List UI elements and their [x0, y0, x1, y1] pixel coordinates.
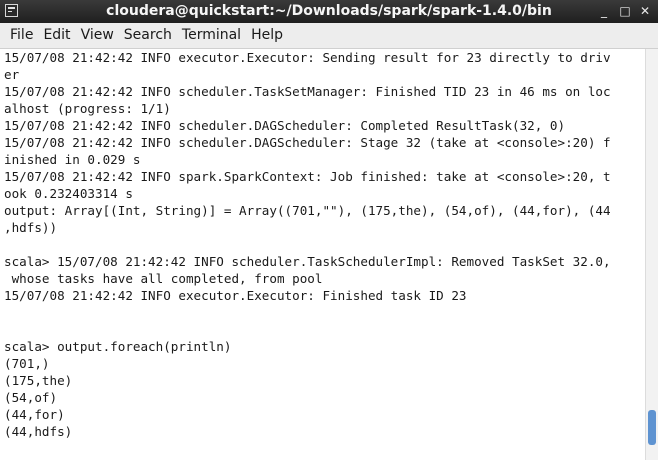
terminal-line: 15/07/08 21:42:42 INFO scheduler.DAGSche…	[4, 118, 566, 133]
terminal-line: (701,)	[4, 356, 50, 371]
terminal-line: alhost (progress: 1/1)	[4, 101, 171, 116]
terminal-line: 15/07/08 21:42:42 INFO spark.SparkContex…	[4, 169, 611, 184]
terminal-line: scala> 15/07/08 21:42:42 INFO scheduler.…	[4, 254, 611, 269]
menu-edit[interactable]: Edit	[39, 23, 76, 48]
menu-bar: File Edit View Search Terminal Help	[0, 23, 658, 49]
menu-search[interactable]: Search	[120, 23, 178, 48]
menu-help[interactable]: Help	[247, 23, 289, 48]
terminal-line: 15/07/08 21:42:42 INFO scheduler.TaskSet…	[4, 84, 611, 99]
menu-file[interactable]: File	[0, 23, 39, 48]
terminal-line: ,hdfs))	[4, 220, 58, 235]
terminal-line: 15/07/08 21:42:42 INFO executor.Executor…	[4, 288, 467, 303]
menu-terminal[interactable]: Terminal	[178, 23, 247, 48]
scrollbar-thumb[interactable]	[648, 410, 656, 445]
maximize-icon[interactable]: □	[617, 2, 633, 20]
terminal-line: (175,the)	[4, 373, 73, 388]
terminal-line: inished in 0.029 s	[4, 152, 141, 167]
terminal-line: er	[4, 67, 20, 82]
terminal-line: ook 0.232403314 s	[4, 186, 133, 201]
terminal-line: 15/07/08 21:42:42 INFO executor.Executor…	[4, 50, 611, 65]
terminal-line: (44,hdfs)	[4, 424, 73, 439]
terminal-line: whose tasks have all completed, from poo…	[4, 271, 323, 286]
window-title: cloudera@quickstart:~/Downloads/spark/sp…	[106, 3, 552, 19]
terminal-line: (44,for)	[4, 407, 65, 422]
terminal-line: 15/07/08 21:42:42 INFO scheduler.DAGSche…	[4, 135, 611, 150]
terminal-line: output: Array[(Int, String)] = Array((70…	[4, 203, 611, 218]
vertical-scrollbar[interactable]	[645, 49, 658, 460]
minimize-icon[interactable]: _	[596, 2, 612, 20]
terminal-line: scala> output.foreach(println)	[4, 339, 232, 354]
title-bar: cloudera@quickstart:~/Downloads/spark/sp…	[0, 0, 658, 23]
close-icon[interactable]: ✕	[637, 2, 653, 20]
menu-view[interactable]: View	[77, 23, 120, 48]
terminal-output[interactable]: 15/07/08 21:42:42 INFO executor.Executor…	[0, 49, 645, 460]
terminal-line: (54,of)	[4, 390, 58, 405]
